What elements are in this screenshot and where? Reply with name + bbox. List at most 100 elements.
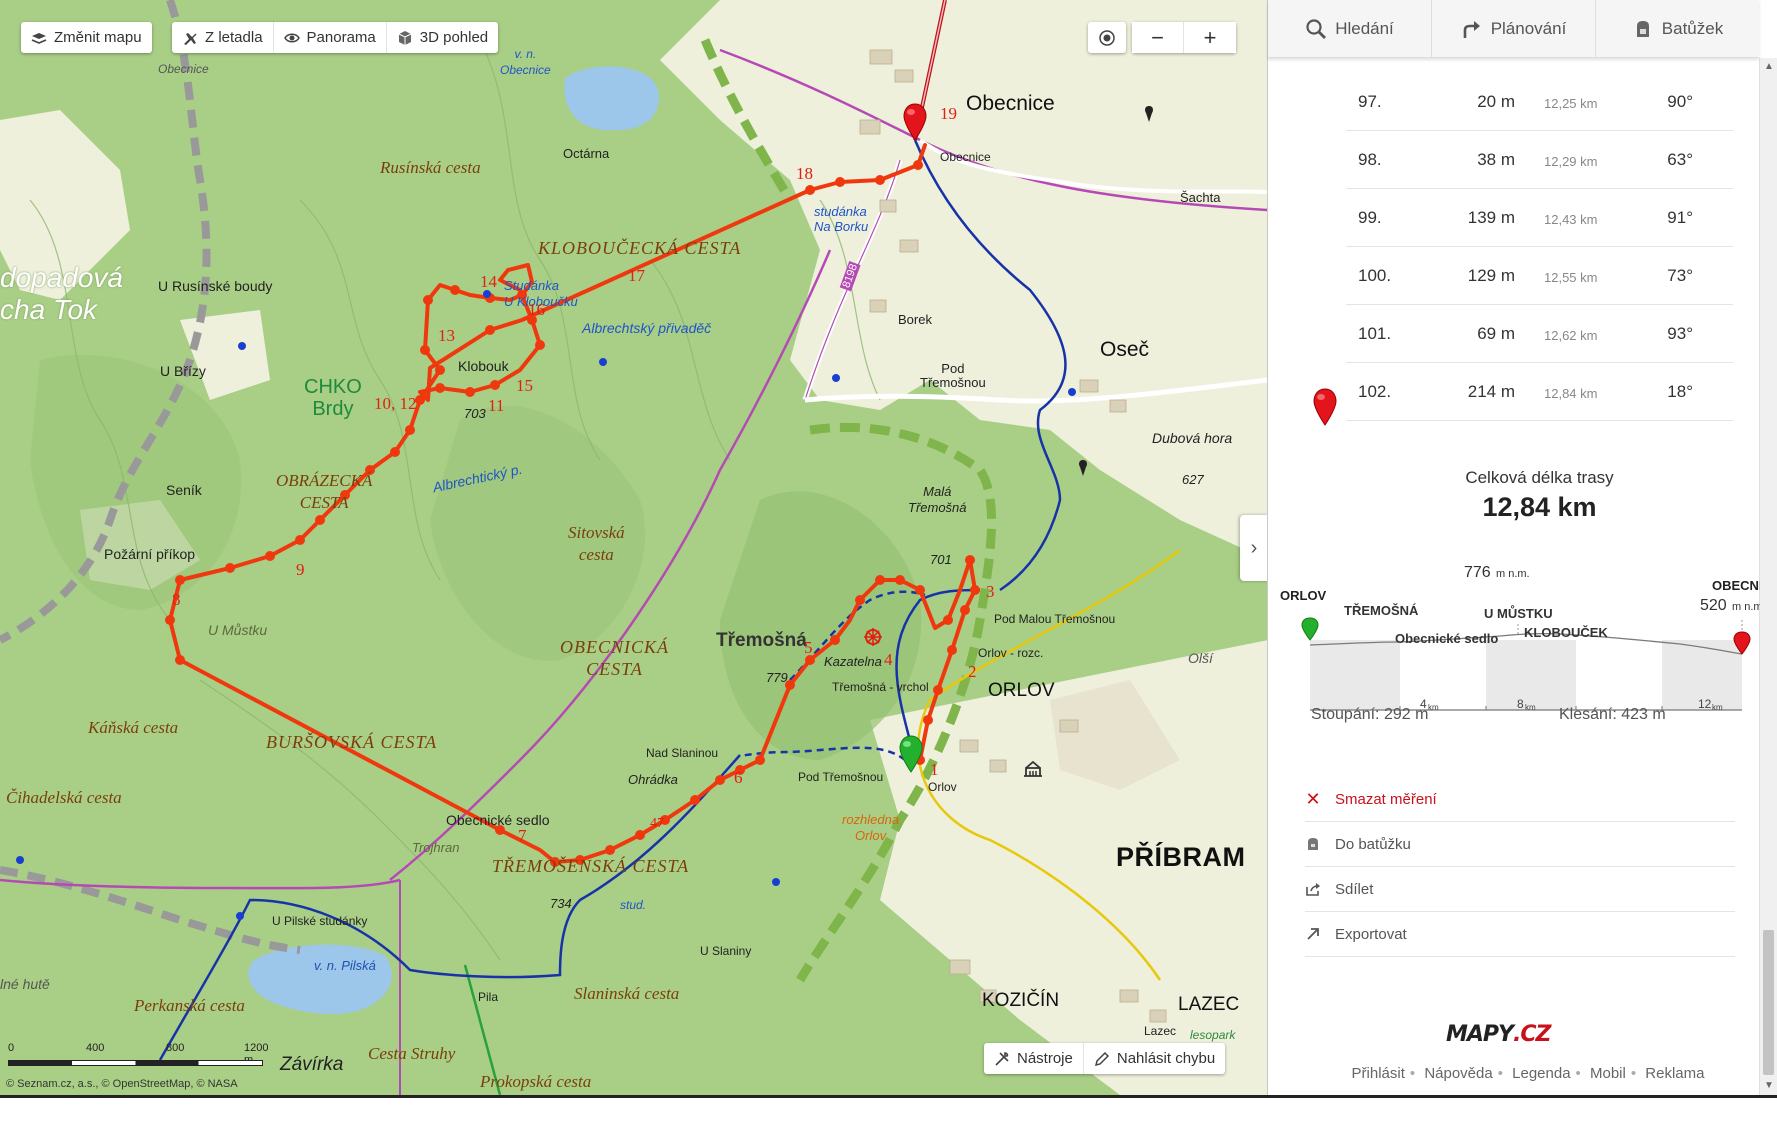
aerial-button[interactable]: Z letadla [172, 22, 274, 53]
segment-row: 101. 69 m 12,62 km 93° [1346, 305, 1733, 363]
label-peak-627: 627 [1182, 472, 1204, 487]
label-obecnice: Obecnice [966, 92, 1055, 115]
label-senik: Seník [166, 482, 202, 498]
profile-place: TŘEMOŠNÁ [1344, 603, 1419, 618]
aerial-label: Z letadla [205, 29, 263, 46]
label-obecnice-small: Obecnice [940, 150, 991, 164]
label-studanka-borku: studánka Na Borku [814, 204, 869, 234]
zoom-pair: − + [1132, 22, 1236, 53]
side-panel: Hledání Plánování Batůžek ▲ ▼ 97. 20 m 1… [1268, 0, 1777, 1095]
panel-scrollbar[interactable]: ▲ ▼ [1759, 58, 1777, 1095]
label-sachta: Šachta [1180, 190, 1221, 205]
airplane-icon [184, 32, 197, 45]
label-dubova-hora: Dubová hora [1152, 430, 1233, 446]
segment-cumulative: 12,84 km [1544, 386, 1598, 401]
view3d-button[interactable]: 3D pohled [387, 22, 498, 53]
mapy-cz-logo[interactable]: MAPY.CZ [1446, 1022, 1551, 1047]
scroll-down-icon[interactable]: ▼ [1760, 1077, 1777, 1095]
label-vn-pilska: v. n. Pilská [314, 958, 376, 973]
label-pribram: PŘÍBRAM [1116, 842, 1246, 872]
share-label: Sdílet [1335, 880, 1374, 898]
panorama-button[interactable]: Panorama [274, 22, 387, 53]
route-arrow-icon [1463, 20, 1480, 38]
report-error-button[interactable]: Nahlásit chybu [1084, 1043, 1225, 1074]
label-osec: Oseč [1100, 338, 1150, 361]
segment-length: 38 m [1477, 150, 1515, 169]
end-pin-icon [1313, 388, 1337, 426]
layers-icon [31, 32, 47, 44]
route-number: 47 [650, 816, 664, 831]
add-to-backpack-label: Do batůžku [1335, 835, 1411, 853]
label-ohradka: Ohrádka [628, 772, 678, 787]
label-obrazecka: OBRÁZECKÁ CESTA [276, 471, 373, 512]
route-number: 16 [528, 300, 545, 319]
footer-help-link[interactable]: Nápověda [1424, 1065, 1492, 1082]
profile-start-pin-icon [1301, 617, 1319, 641]
route-number: 5 [804, 638, 813, 657]
label-rusinska: Rusínská cesta [380, 158, 481, 177]
label-pozarni: Požární příkop [104, 546, 196, 562]
segment-length: 139 m [1467, 208, 1515, 227]
footer-legend-link[interactable]: Legenda [1512, 1065, 1570, 1082]
app: Obecnice Obecnice Oseč Borek Pod Třemošn… [0, 0, 1777, 1127]
start-pin-icon[interactable] [898, 734, 924, 776]
tab-search[interactable]: Hledání [1268, 0, 1432, 57]
route-number: 1 [930, 760, 939, 779]
segment-length: 69 m [1477, 324, 1515, 343]
zoom-in-button[interactable]: + [1184, 22, 1236, 53]
collapse-panel-button[interactable]: › [1240, 515, 1267, 581]
tools-label: Nástroje [1017, 1050, 1073, 1067]
map-canvas[interactable]: Obecnice Obecnice Oseč Borek Pod Třemošn… [0, 0, 1268, 1095]
label-kazatelna: Kazatelna [824, 654, 882, 669]
label-mala-tremosna: Malá Třemošná [908, 484, 967, 515]
label-kozicin: KOZIČÍN [982, 990, 1060, 1011]
end-pin-icon[interactable] [902, 102, 928, 144]
bottom-tools: Nástroje Nahlásit chybu [984, 1043, 1226, 1074]
export-button[interactable]: Exportovat [1305, 912, 1735, 957]
scroll-up-icon[interactable]: ▲ [1760, 58, 1777, 76]
footer-links: Přihlásit • Nápověda • Legenda • Mobil • Rek… [1351, 1065, 1705, 1082]
segment-cumulative: 12,43 km [1544, 212, 1598, 227]
segment-row: 98. 38 m 12,29 km 63° [1346, 131, 1733, 189]
label-cihadelska: Čihadelská cesta [6, 788, 122, 807]
route-number: 8 [172, 590, 181, 609]
segment-index: 98. [1358, 150, 1382, 169]
segment-row: 100. 129 m 12,55 km 73° [1346, 247, 1733, 305]
label-stud: stud. [620, 898, 647, 912]
tab-planning[interactable]: Plánování [1432, 0, 1596, 57]
label-pila: Pila [478, 990, 499, 1004]
footer-mobile-link[interactable]: Mobil [1590, 1065, 1626, 1082]
tools-button[interactable]: Nástroje [984, 1043, 1084, 1074]
footer-login-link[interactable]: Přihlásit [1352, 1065, 1405, 1082]
share-button[interactable]: Sdílet [1305, 867, 1735, 912]
label-obecnice-tl: Obecnice [158, 62, 209, 76]
locate-button[interactable] [1088, 22, 1126, 53]
add-to-backpack-button[interactable]: Do batůžku [1305, 822, 1735, 867]
scale-label: 0 [8, 1042, 15, 1054]
segment-angle: 63° [1667, 150, 1693, 169]
label-orlov-small: Orlov [928, 780, 957, 794]
change-map-button[interactable]: Změnit mapu [21, 22, 152, 53]
profile-end-alt: 520 [1700, 597, 1727, 614]
label-u-slaniny: U Slaniny [700, 944, 752, 958]
chevron-right-icon: › [1250, 536, 1258, 559]
segment-cumulative: 12,25 km [1544, 96, 1598, 111]
ascent: Stoupání: 292 m [1311, 706, 1429, 723]
change-map-label: Změnit mapu [54, 29, 142, 46]
tab-backpack[interactable]: Batůžek [1596, 0, 1759, 57]
footer-ads-link[interactable]: Reklama [1645, 1065, 1704, 1082]
label-kloboucecka: KLOBOUČECKÁ CESTA [538, 238, 742, 258]
segment-angle: 91° [1667, 208, 1693, 227]
castle-icon [1024, 760, 1042, 777]
route-number: 4 [884, 650, 893, 669]
segment-row: 97. 20 m 12,25 km 90° [1346, 73, 1733, 131]
label-peak-734: 734 [550, 896, 572, 911]
scrollbar-thumb[interactable] [1763, 930, 1774, 1075]
label-obecnicka: OBECNICKÁ CESTA [560, 637, 670, 679]
label-u-rusinske-boudy: U Rusínské boudy [158, 278, 273, 294]
delete-measurement-button[interactable]: ✕ Smazat měření [1305, 777, 1735, 822]
profile-km-unit: km [1428, 703, 1439, 712]
zoom-out-button[interactable]: − [1132, 22, 1184, 53]
tab-backpack-label: Batůžek [1661, 18, 1724, 38]
label-tremosenska: TŘEMOŠENSKÁ CESTA [492, 856, 690, 876]
